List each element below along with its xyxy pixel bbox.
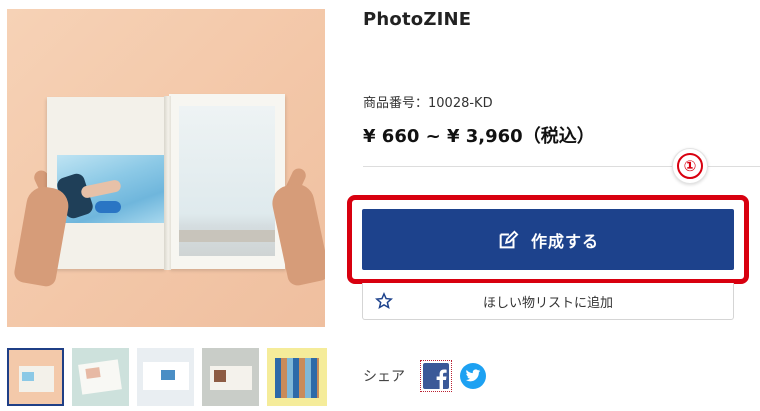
thumbnail-5[interactable] bbox=[267, 348, 327, 406]
zine-gutter bbox=[164, 96, 171, 270]
facebook-icon bbox=[423, 363, 449, 389]
edit-icon bbox=[499, 229, 519, 248]
add-to-wishlist-button[interactable]: ほしい物リストに追加 bbox=[362, 283, 734, 320]
step-number-badge: ① bbox=[672, 148, 708, 184]
product-number: 商品番号：10028-KD bbox=[363, 96, 493, 111]
create-button-label: 作成する bbox=[530, 231, 599, 251]
beach-photo bbox=[179, 106, 275, 256]
pool-photo bbox=[55, 155, 165, 223]
star-outline-icon bbox=[375, 292, 393, 310]
facebook-share-button[interactable] bbox=[420, 360, 452, 392]
product-price: ¥ 660 ~ ¥ 3,960（税込） bbox=[363, 126, 595, 147]
wishlist-button-label: ほしい物リストに追加 bbox=[482, 295, 613, 311]
open-zine-booklet bbox=[47, 94, 285, 272]
thumbnail-1[interactable] bbox=[7, 348, 64, 406]
product-title: PhotoZINE bbox=[363, 9, 472, 30]
thumbnail-strip bbox=[7, 348, 327, 406]
hand-left bbox=[12, 184, 72, 288]
thumbnail-2[interactable] bbox=[72, 348, 129, 406]
zine-left-page bbox=[47, 97, 166, 269]
product-main-image bbox=[7, 9, 325, 327]
thumbnail-3[interactable] bbox=[137, 348, 194, 406]
share-label: シェア bbox=[363, 369, 405, 385]
create-button[interactable]: 作成する bbox=[362, 209, 734, 270]
step-number: ① bbox=[677, 153, 703, 179]
thumbnail-4[interactable] bbox=[202, 348, 259, 406]
twitter-icon bbox=[465, 369, 481, 382]
zine-right-page bbox=[169, 94, 285, 269]
twitter-share-button[interactable] bbox=[460, 363, 486, 389]
